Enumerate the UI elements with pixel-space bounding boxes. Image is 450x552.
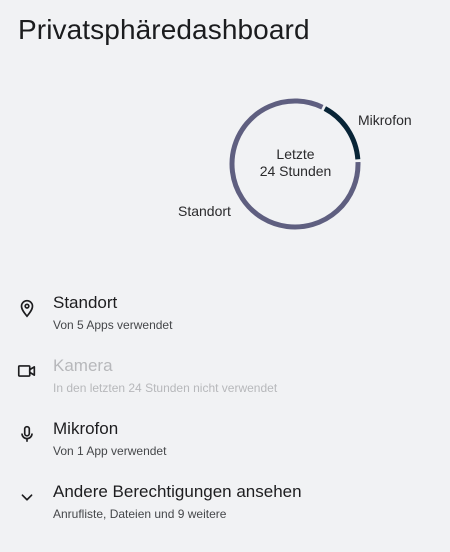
chevron-down-icon	[16, 486, 38, 508]
usage-donut-chart	[0, 80, 450, 250]
page-title: Privatsphäredashboard	[18, 14, 310, 45]
permission-subtitle: Anrufliste, Dateien und 9 weitere	[53, 507, 227, 521]
chart-center-line1: Letzte	[276, 146, 315, 162]
permission-subtitle: Von 5 Apps verwendet	[53, 318, 173, 332]
chart-center-label: Letzte 24 Stunden	[243, 146, 348, 180]
permission-title: Andere Berechtigungen ansehen	[53, 482, 302, 501]
camera-icon	[16, 360, 38, 382]
other-permissions-row[interactable]: Andere Berechtigungen ansehen Anrufliste…	[0, 482, 450, 538]
permission-subtitle: In den letzten 24 Stunden nicht verwende…	[53, 381, 278, 395]
permission-row-mikrofon[interactable]: Mikrofon Von 1 App verwendet	[0, 419, 450, 475]
chart-segment-label-standort: Standort	[178, 203, 231, 219]
donut-svg	[229, 98, 361, 230]
permission-row-standort[interactable]: Standort Von 5 Apps verwendet	[0, 293, 450, 349]
microphone-icon	[16, 423, 38, 445]
chart-segment-label-mikrofon: Mikrofon	[358, 112, 412, 128]
permission-subtitle: Von 1 App verwendet	[53, 444, 167, 458]
permission-title: Standort	[53, 293, 118, 312]
location-pin-icon	[16, 297, 38, 319]
permission-row-kamera[interactable]: Kamera In den letzten 24 Stunden nicht v…	[0, 356, 450, 412]
chart-center-line2: 24 Stunden	[259, 163, 332, 179]
permission-title: Kamera	[53, 356, 113, 375]
permission-title: Mikrofon	[53, 419, 119, 438]
